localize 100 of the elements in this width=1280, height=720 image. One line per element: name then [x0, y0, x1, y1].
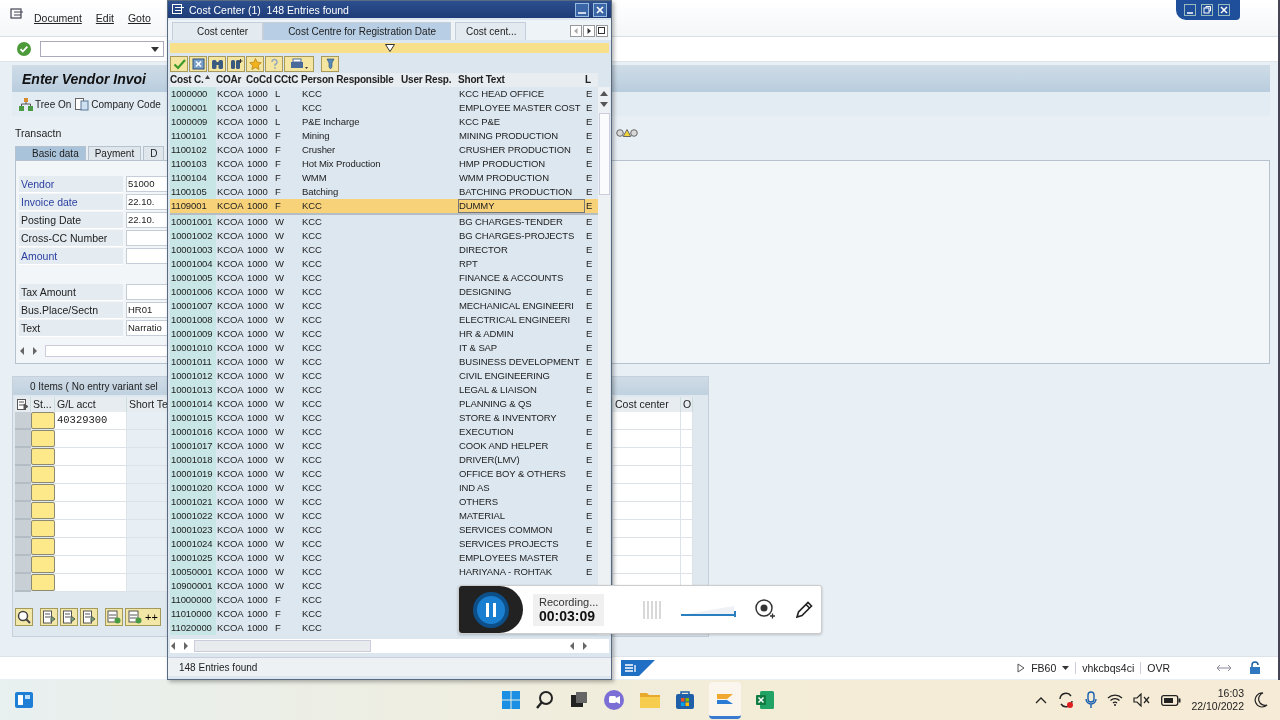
table-cell[interactable] — [681, 466, 693, 484]
check-icon[interactable] — [16, 41, 32, 57]
scroll-down-icon[interactable] — [600, 102, 608, 107]
tab[interactable]: D — [143, 146, 165, 160]
column-header[interactable]: O — [681, 397, 693, 412]
table-settings-icon[interactable] — [17, 399, 29, 410]
table-cell[interactable] — [613, 502, 681, 520]
table-cell[interactable] — [613, 412, 681, 430]
company-code-button[interactable]: Company Code — [74, 96, 162, 112]
column-header[interactable]: G/L acct — [55, 397, 127, 412]
document-button[interactable] — [60, 608, 78, 626]
search-icon[interactable] — [535, 690, 555, 710]
table-cell[interactable] — [681, 484, 693, 502]
microphone-icon[interactable] — [1085, 691, 1098, 709]
scroll-right-icon[interactable] — [583, 25, 595, 37]
play-icon[interactable] — [1017, 663, 1026, 673]
table-cell[interactable] — [681, 520, 693, 538]
tab[interactable]: Payment — [87, 146, 142, 160]
table-cell[interactable] — [681, 556, 693, 574]
table-cell[interactable] — [681, 502, 693, 520]
column-header[interactable]: Person Responsible — [301, 73, 401, 87]
search-button[interactable] — [15, 608, 33, 626]
add-row-button[interactable] — [105, 608, 123, 626]
sync-icon[interactable] — [1057, 691, 1076, 709]
table-cell[interactable] — [55, 574, 127, 592]
tab[interactable]: Basic data — [15, 146, 86, 160]
table-cell[interactable] — [55, 502, 127, 520]
dropdown-icon[interactable] — [151, 46, 159, 52]
minimize-icon[interactable] — [575, 2, 589, 17]
chevron-up-icon[interactable] — [1035, 696, 1048, 704]
column-header[interactable]: User Resp. — [401, 73, 458, 87]
webcam-icon[interactable] — [754, 598, 777, 621]
close-icon[interactable] — [1218, 4, 1230, 16]
column-header[interactable]: St... — [31, 397, 55, 412]
sort-icon[interactable] — [204, 75, 210, 79]
minimize-icon[interactable] — [1184, 4, 1196, 16]
table-cell[interactable] — [681, 448, 693, 466]
scrollbar[interactable] — [194, 640, 371, 652]
table-cell[interactable] — [613, 448, 681, 466]
restore-icon[interactable] — [1201, 4, 1213, 16]
document-button[interactable] — [40, 608, 58, 626]
menu-icon[interactable] — [172, 4, 185, 15]
table-cell[interactable] — [55, 466, 127, 484]
windows-start-icon[interactable] — [501, 690, 521, 710]
pen-icon[interactable] — [794, 599, 815, 620]
layout-icon[interactable] — [1216, 663, 1232, 673]
selected-row[interactable]: 1109001 KCOA 1000 F KCC DUMMY E — [170, 199, 598, 215]
column-header[interactable]: Cost C. — [170, 73, 216, 87]
scroll-arrows-icon[interactable] — [19, 347, 39, 355]
document-button[interactable] — [80, 608, 98, 626]
clock-date[interactable]: 22/10/2022 — [1191, 700, 1244, 713]
menu-item[interactable]: Document — [28, 12, 88, 24]
table-cell[interactable] — [613, 538, 681, 556]
table-cell[interactable] — [55, 484, 127, 502]
scroll-thumb[interactable] — [598, 113, 610, 195]
clock-time[interactable]: 16:03 — [1217, 687, 1244, 700]
table-cell[interactable] — [55, 448, 127, 466]
table-cell[interactable] — [613, 466, 681, 484]
table-cell[interactable] — [55, 556, 127, 574]
scroll-arrows-icon[interactable] — [569, 642, 589, 650]
menu-item[interactable]: Edit — [89, 12, 120, 24]
table-cell[interactable] — [55, 430, 127, 448]
moon-icon[interactable] — [1254, 692, 1268, 708]
help-button[interactable] — [265, 56, 283, 72]
spreadsheet-icon[interactable] — [755, 690, 775, 710]
column-header[interactable]: L — [585, 73, 598, 87]
table-cell[interactable] — [613, 520, 681, 538]
table-cell[interactable] — [681, 538, 693, 556]
table-cell[interactable] — [613, 430, 681, 448]
command-field[interactable] — [40, 41, 164, 57]
find-button[interactable] — [208, 56, 226, 72]
taskbar-app[interactable] — [709, 681, 741, 719]
find-next-button[interactable] — [227, 56, 245, 72]
tab[interactable]: Cost Centre for Registration Date — [263, 22, 451, 40]
column-header[interactable]: Short Text — [458, 73, 585, 87]
tab[interactable]: Cost cent... — [455, 22, 526, 40]
lock-icon[interactable] — [1248, 661, 1262, 675]
folder-icon[interactable] — [639, 690, 661, 710]
confirm-button[interactable] — [170, 56, 188, 72]
table-cell[interactable] — [681, 430, 693, 448]
tree-button[interactable]: Tree On — [18, 96, 73, 112]
tab[interactable]: Cost center — [172, 22, 264, 40]
table-cell[interactable]: 40329300 — [55, 412, 127, 430]
dropdown-icon[interactable] — [1062, 666, 1070, 670]
column-header[interactable]: CCtC — [274, 73, 301, 87]
print-button[interactable] — [284, 56, 314, 72]
filter-icon[interactable] — [384, 44, 395, 52]
column-header[interactable]: Cost center — [613, 397, 681, 412]
column-header[interactable]: COAr — [216, 73, 246, 87]
widgets-icon[interactable] — [14, 691, 34, 709]
chat-icon[interactable] — [603, 689, 625, 711]
table-cell[interactable] — [681, 412, 693, 430]
pause-button[interactable] — [473, 591, 509, 628]
cancel-button[interactable] — [189, 56, 207, 72]
table-cell[interactable] — [55, 538, 127, 556]
table-cell[interactable] — [55, 520, 127, 538]
table-cell[interactable] — [613, 484, 681, 502]
task-view-icon[interactable] — [569, 690, 589, 710]
store-icon[interactable] — [675, 690, 695, 710]
menu-item[interactable]: Goto — [121, 12, 157, 24]
